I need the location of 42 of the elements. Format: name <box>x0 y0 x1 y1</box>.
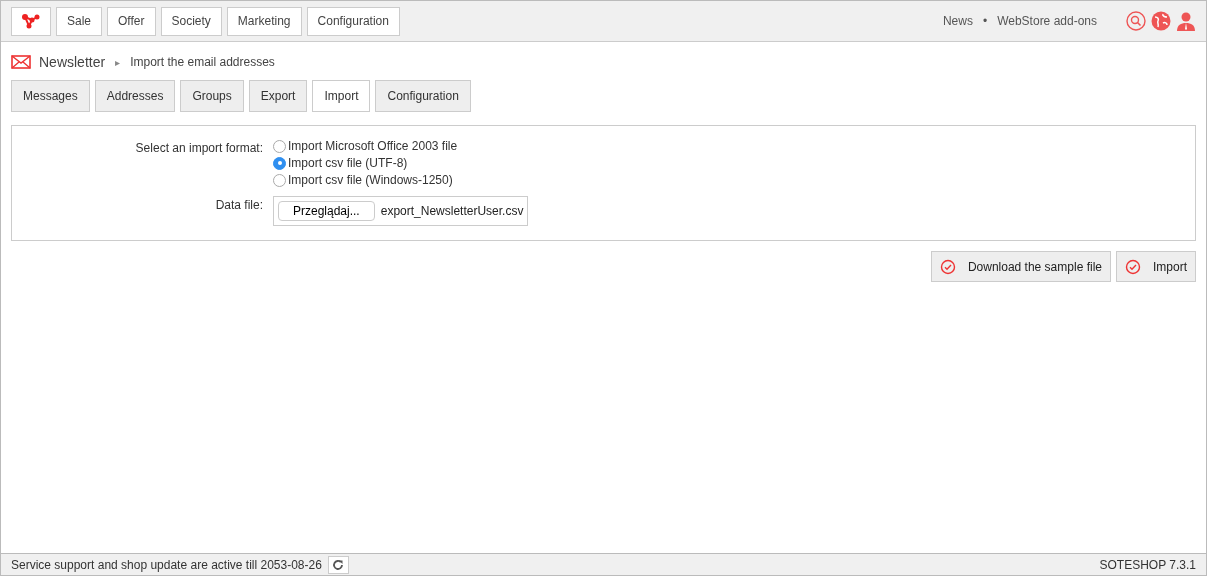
browse-button[interactable]: Przeglądaj... <box>278 201 375 221</box>
action-button[interactable]: Download the sample file <box>930 251 1111 282</box>
logo-icon <box>22 13 40 29</box>
check-circle-icon <box>1125 258 1141 275</box>
refresh-icon <box>332 558 345 571</box>
field-label: Select an import format: <box>134 140 263 157</box>
breadcrumb-separator: ▸ <box>115 56 121 68</box>
menu-button[interactable]: Offer <box>107 6 156 36</box>
radio-label[interactable]: Import Microsoft Office 2003 file <box>288 139 458 153</box>
user-icon[interactable] <box>1176 11 1196 31</box>
radio-button[interactable] <box>273 156 286 170</box>
menu-button[interactable]: Society <box>160 6 222 36</box>
tab[interactable]: Import <box>312 80 371 112</box>
action-button[interactable]: Import <box>1116 251 1196 282</box>
refresh-button[interactable] <box>327 555 349 574</box>
envelope-icon <box>11 55 31 69</box>
radio-button[interactable] <box>273 173 286 187</box>
radio-label[interactable]: Import csv file (Windows-1250) <box>288 173 453 187</box>
file-name: export_NewsletterUser.csv <box>380 204 524 218</box>
section-title[interactable]: Newsletter <box>39 54 106 70</box>
version-text: SOTESHOP 7.3.1 <box>1099 557 1196 572</box>
menu-button[interactable]: Marketing <box>226 6 302 36</box>
separator-dot: • <box>982 14 988 28</box>
tab[interactable]: Messages <box>11 80 90 112</box>
top-link[interactable]: News <box>942 14 973 28</box>
top-link[interactable]: WebStore add-ons <box>997 14 1097 28</box>
tab[interactable]: Configuration <box>375 80 471 112</box>
radio-button[interactable] <box>273 139 286 153</box>
tab[interactable]: Groups <box>180 80 244 112</box>
tab[interactable]: Export <box>248 80 308 112</box>
menu-button[interactable]: Sale <box>56 6 103 36</box>
globe-icon[interactable] <box>1151 11 1171 31</box>
file-input[interactable]: Przeglądaj... export_NewsletterUser.csv <box>273 196 529 226</box>
page-title: Import the email addresses <box>130 55 275 69</box>
tab[interactable]: Addresses <box>94 80 176 112</box>
search-icon[interactable] <box>1126 11 1146 31</box>
radio-label[interactable]: Import csv file (UTF-8) <box>288 156 408 170</box>
status-text: Service support and shop update are active till 2053-08-26 <box>11 557 322 572</box>
check-circle-icon <box>939 258 956 275</box>
menu-button[interactable]: Configuration <box>306 6 400 36</box>
logo-button[interactable] <box>11 6 51 36</box>
field-label: Data file: <box>214 197 263 214</box>
